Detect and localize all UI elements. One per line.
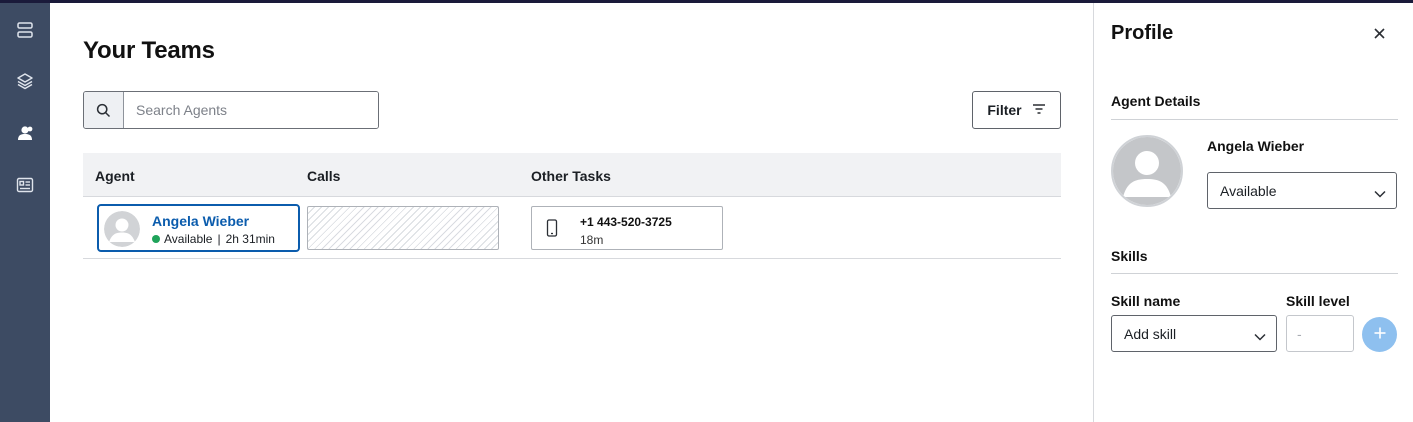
column-agent: Agent (95, 168, 135, 184)
queue-icon[interactable] (13, 18, 37, 42)
table-row: Angela Wieber Available | 2h 31min +1 44… (83, 197, 1061, 259)
status-text: Available (164, 232, 213, 246)
skill-name-label: Skill name (1111, 293, 1181, 309)
avatar (104, 211, 140, 247)
filter-label: Filter (987, 102, 1022, 118)
skill-level-label: Skill level (1286, 293, 1350, 309)
other-task-card[interactable]: +1 443-520-3725 18m (531, 206, 723, 250)
chevron-down-icon (1374, 185, 1386, 201)
agent-name-link[interactable]: Angela Wieber (152, 213, 249, 229)
skill-name-select[interactable]: Add skill (1111, 315, 1277, 352)
teams-main: Your Teams Filter Agent Calls Other Task… (50, 3, 1093, 422)
search-input[interactable] (124, 92, 378, 128)
profile-agent-name: Angela Wieber (1207, 138, 1305, 154)
agent-status: Available | 2h 31min (152, 232, 275, 246)
plus-icon (1374, 327, 1386, 342)
status-duration: 2h 31min (225, 232, 275, 246)
divider (1111, 273, 1398, 274)
filter-button[interactable]: Filter (972, 91, 1061, 129)
page-title: Your Teams (83, 37, 215, 64)
navigation-rail (0, 3, 50, 422)
skill-select-value: Add skill (1124, 325, 1177, 342)
agent-status-select[interactable]: Available (1207, 172, 1397, 209)
chevron-down-icon (1254, 328, 1266, 344)
skill-level-input[interactable]: - (1286, 315, 1354, 352)
table-header: Agent Calls Other Tasks (83, 153, 1061, 197)
filter-icon (1032, 102, 1046, 118)
task-duration: 18m (580, 233, 604, 247)
search-icon (84, 92, 124, 128)
agent-search (83, 91, 379, 129)
mobile-phone-icon (546, 219, 558, 242)
profile-panel: Profile Agent Details Angela Wieber Avai… (1093, 3, 1413, 422)
profile-avatar (1111, 135, 1183, 207)
add-skill-button[interactable] (1362, 317, 1397, 352)
skill-level-placeholder: - (1297, 325, 1302, 342)
column-calls: Calls (307, 168, 341, 184)
status-select-value: Available (1220, 182, 1277, 199)
column-other-tasks: Other Tasks (531, 168, 611, 184)
divider (1111, 119, 1398, 120)
team-icon[interactable] (13, 121, 37, 145)
layers-icon[interactable] (13, 69, 37, 93)
agent-card[interactable]: Angela Wieber Available | 2h 31min (97, 204, 300, 252)
contact-card-icon[interactable] (13, 173, 37, 197)
close-icon[interactable] (1371, 25, 1387, 41)
agent-details-heading: Agent Details (1111, 93, 1201, 109)
skills-heading: Skills (1111, 248, 1148, 264)
status-dot-icon (152, 235, 160, 243)
task-phone-number: +1 443-520-3725 (580, 215, 672, 229)
panel-title: Profile (1111, 22, 1174, 44)
calls-empty-slot (307, 206, 499, 250)
